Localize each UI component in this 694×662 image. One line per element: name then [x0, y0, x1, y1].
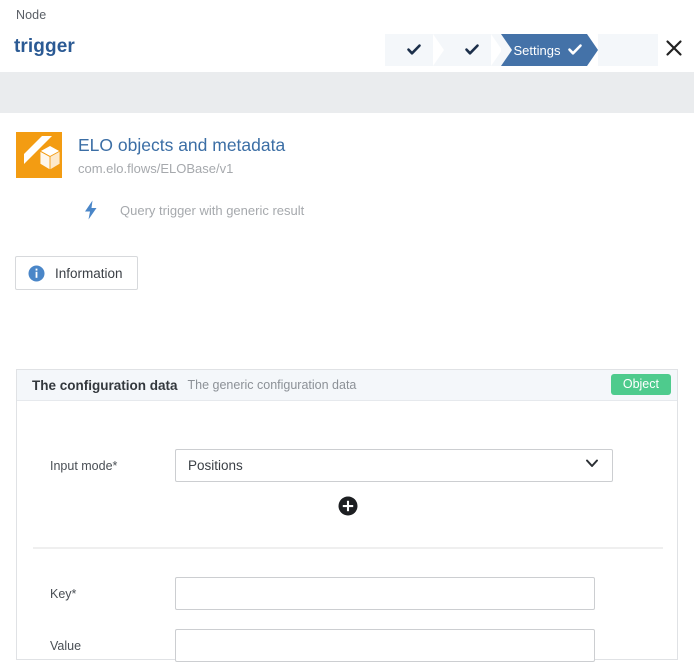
window-header: Node trigger Settings — [0, 0, 694, 72]
wizard-step-1[interactable] — [385, 34, 444, 66]
lightning-bolt-icon — [80, 200, 102, 220]
breadcrumb: Node — [16, 8, 47, 22]
wizard-step-settings-label: Settings — [513, 42, 561, 58]
wizard-step-2[interactable] — [443, 34, 502, 66]
elo-cube-logo-icon — [16, 132, 62, 178]
information-button[interactable]: Information — [15, 256, 138, 290]
trigger-description-row: Query trigger with generic result — [0, 200, 694, 220]
configuration-panel-body: Input mode* Positions Key* Value — [17, 401, 679, 662]
value-input[interactable] — [175, 629, 595, 662]
key-input[interactable] — [175, 577, 595, 610]
page-title: trigger — [14, 36, 75, 57]
field-row-input-mode: Input mode* Positions — [17, 449, 677, 482]
field-row-value: Value — [17, 629, 677, 662]
product-identifier: com.elo.flows/ELOBase/v1 — [78, 161, 234, 176]
product-title: ELO objects and metadata — [78, 135, 286, 155]
add-entry-row — [17, 496, 679, 516]
close-button[interactable] — [660, 36, 688, 64]
configuration-panel-title: The configuration data — [32, 377, 178, 393]
configuration-panel: The configuration data The generic confi… — [16, 369, 679, 662]
field-row-key: Key* — [17, 577, 677, 610]
input-mode-label: Input mode* — [50, 458, 118, 473]
info-circle-icon — [28, 265, 45, 282]
close-icon — [664, 38, 684, 63]
input-mode-select[interactable]: Positions — [175, 449, 613, 482]
value-label: Value — [50, 638, 82, 653]
product-info-section: ELO objects and metadata com.elo.flows/E… — [0, 113, 694, 220]
configuration-panel-header: The configuration data The generic confi… — [17, 370, 677, 401]
section-separator-band — [0, 72, 694, 113]
wizard-step-4[interactable] — [598, 34, 658, 66]
information-button-label: Information — [55, 265, 123, 281]
input-mode-selected-value: Positions — [188, 458, 243, 473]
product-header-row: ELO objects and metadata com.elo.flows/E… — [0, 113, 694, 178]
key-label: Key* — [50, 586, 77, 601]
section-divider — [33, 547, 663, 549]
trigger-description: Query trigger with generic result — [120, 202, 305, 218]
configuration-panel-description: The generic configuration data — [187, 378, 357, 392]
plus-circle-icon[interactable] — [338, 496, 358, 516]
check-icon — [566, 41, 584, 59]
check-icon — [463, 41, 481, 59]
wizard-step-indicator: Settings — [385, 34, 658, 66]
chevron-down-icon — [584, 455, 600, 476]
status-badge: Object — [610, 374, 671, 395]
product-text-block: ELO objects and metadata com.elo.flows/E… — [78, 132, 285, 178]
check-icon — [405, 41, 423, 59]
wizard-step-settings[interactable]: Settings — [501, 34, 598, 66]
